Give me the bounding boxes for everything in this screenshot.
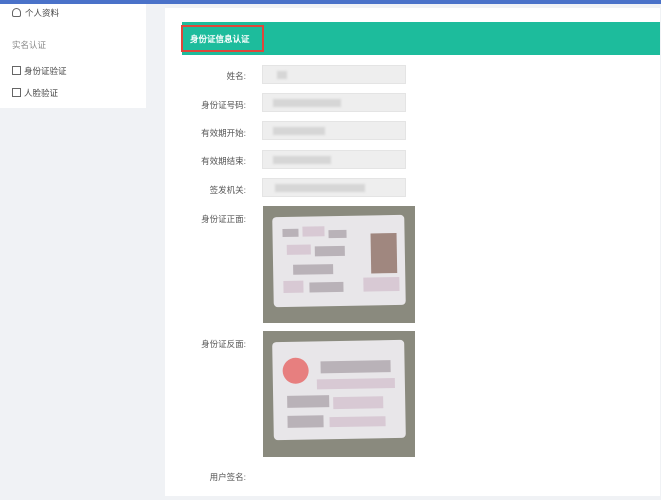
redacted-value xyxy=(273,99,341,107)
card-surface xyxy=(272,214,406,308)
redacted-value xyxy=(273,127,325,135)
issuer-field xyxy=(262,178,406,197)
id-card-back-image[interactable] xyxy=(263,331,415,457)
sidebar-item-label: 个人资料 xyxy=(25,8,60,18)
signature-label: 用户签名: xyxy=(209,472,246,482)
valid-end-label: 有效期结束: xyxy=(201,156,246,166)
card-surface xyxy=(272,339,406,441)
sidebar-section-auth: 实名认证 xyxy=(12,40,47,50)
redacted-value xyxy=(273,156,331,164)
valid-start-field xyxy=(262,121,406,140)
emblem-icon xyxy=(282,357,309,384)
user-icon xyxy=(12,8,21,17)
id-number-field xyxy=(262,93,406,112)
sidebar-item-label: 身份证验证 xyxy=(24,66,67,76)
name-label: 姓名: xyxy=(226,71,246,81)
sidebar-item-face-auth[interactable]: 人脸验证 xyxy=(12,87,58,99)
face-icon xyxy=(12,88,21,97)
name-field xyxy=(262,65,406,84)
sidebar-item-profile[interactable]: 个人资料 xyxy=(12,7,59,19)
id-card-front-image[interactable] xyxy=(263,206,415,323)
front-label: 身份证正面: xyxy=(201,214,246,224)
sidebar: 个人资料 实名认证 身份证验证 人脸验证 xyxy=(0,4,146,108)
valid-end-field xyxy=(262,150,406,169)
id-number-label: 身份证号码: xyxy=(201,100,246,110)
redacted-value xyxy=(277,71,287,79)
valid-start-label: 有效期开始: xyxy=(201,128,246,138)
issuer-label: 签发机关: xyxy=(209,185,246,195)
highlight-box xyxy=(181,25,264,52)
redacted-value xyxy=(275,184,365,192)
back-label: 身份证反面: xyxy=(201,339,246,349)
portrait-photo xyxy=(370,232,398,274)
id-card-icon xyxy=(12,66,21,75)
sidebar-item-id-auth[interactable]: 身份证验证 xyxy=(12,65,67,77)
sidebar-item-label: 人脸验证 xyxy=(24,88,59,98)
